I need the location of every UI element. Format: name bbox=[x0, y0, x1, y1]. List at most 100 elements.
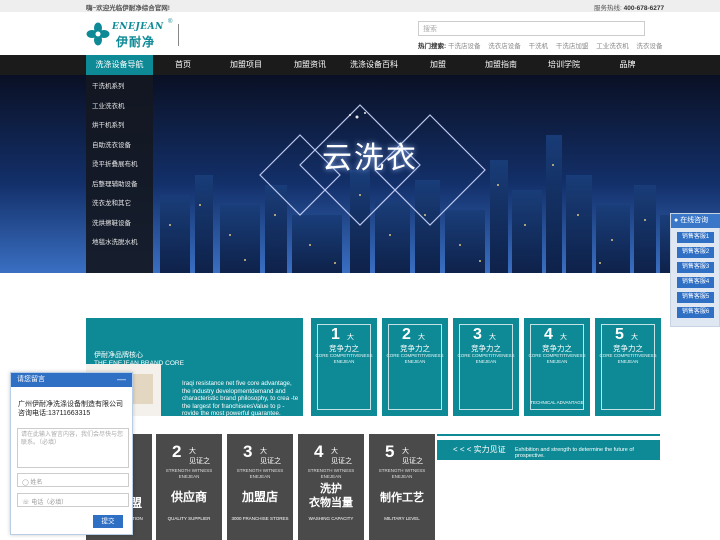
name-field[interactable]: ◯ 姓名 bbox=[17, 473, 129, 487]
logo-en: ENEJEAN bbox=[112, 22, 164, 32]
witness-number: 4 bbox=[314, 442, 324, 461]
card-brand: ENEJEAN bbox=[333, 359, 355, 364]
sales-agent-button[interactable]: 销售客服2 bbox=[677, 247, 714, 258]
message-header[interactable]: 请您留言 bbox=[11, 373, 132, 387]
witness-en: STRENGTH WITNESS bbox=[236, 468, 284, 473]
hero-headline: 云洗衣 bbox=[322, 141, 418, 176]
sales-agent-button[interactable]: 销售客服5 bbox=[677, 292, 714, 303]
witness-card[interactable]: 4 大 见证之 STRENGTH WITNESS ENEJEAN 洗护 衣物当量… bbox=[298, 434, 364, 540]
message-placeholder: 请在此输入留言内容，我们会尽快与您联系。（必填） bbox=[21, 432, 124, 446]
witness-sub: 见证之 bbox=[402, 458, 423, 465]
hot-word[interactable]: 洗衣店设备 bbox=[488, 43, 521, 50]
card-frame bbox=[459, 324, 513, 410]
witness-card[interactable]: 3 大 见证之 STRENGTH WITNESS ENEJEAN 加盟店 300… bbox=[227, 434, 293, 540]
witness-foot: QUALITY SUPPLIER bbox=[167, 516, 211, 521]
witness-unit: 大 bbox=[189, 448, 196, 455]
equipment-nav-title[interactable]: 洗涤设备导航 bbox=[86, 55, 153, 75]
main-nav: 洗涤设备导航 首页 加盟项目 加盟资讯 洗涤设备百科 加盟 加盟指南 培训学院 … bbox=[0, 55, 720, 75]
advantage-card[interactable]: 2 大 竞争力之 CORE COMPETITIVENESS ENEJEAN bbox=[382, 318, 448, 416]
sales-agent-button[interactable]: 销售客服1 bbox=[677, 232, 714, 243]
advantage-card[interactable]: 3 大 竞争力之 CORE COMPETITIVENESS ENEJEAN bbox=[453, 318, 519, 416]
search-input[interactable]: 搜索 bbox=[418, 21, 645, 36]
submit-button[interactable]: 提交 bbox=[93, 515, 123, 528]
phone-icon: ☏ bbox=[22, 500, 30, 506]
hot-word[interactable]: 干洗店加盟 bbox=[556, 43, 589, 50]
hot-word[interactable]: 干洗机 bbox=[529, 43, 549, 50]
card-number: 2 bbox=[402, 326, 411, 343]
witness-foot: 3000 FRANCHISE STORES bbox=[231, 516, 289, 521]
witness-card[interactable]: 5 大 见证之 STRENGTH WITNESS ENEJEAN 制作工艺 MI… bbox=[369, 434, 435, 540]
user-icon: ◯ bbox=[22, 480, 29, 486]
top-bar: 嗨~欢迎光临伊耐净综合官网! 服务热线: 400-678-6277 bbox=[0, 0, 720, 12]
nav-item-home[interactable]: 首页 bbox=[153, 55, 213, 75]
advantage-card[interactable]: 1 大 竞争力之 CORE COMPETITIVENESS ENEJEAN bbox=[311, 318, 377, 416]
nav-item-news[interactable]: 加盟资讯 bbox=[279, 55, 341, 75]
card-brand: ENEJEAN bbox=[475, 359, 497, 364]
hot-word[interactable]: 洗衣设备 bbox=[637, 43, 663, 50]
sales-agent-button[interactable]: 销售客服4 bbox=[677, 277, 714, 288]
side-menu-item[interactable]: 自助洗衣设备 bbox=[92, 136, 131, 156]
advantage-card[interactable]: 4 大 竞争力之 CORE COMPETITIVENESS ENEJEAN TE… bbox=[524, 318, 590, 416]
welcome-text: 嗨~欢迎光临伊耐净综合官网! bbox=[86, 5, 170, 12]
witness-card[interactable]: 2 大 见证之 STRENGTH WITNESS ENEJEAN 供应商 QUA… bbox=[156, 434, 222, 540]
witness-number: 5 bbox=[385, 442, 395, 461]
nav-item-projects[interactable]: 加盟项目 bbox=[213, 55, 279, 75]
witness-unit: 大 bbox=[260, 448, 267, 455]
nav-item-join[interactable]: 加盟 bbox=[407, 55, 469, 75]
sales-agent-button[interactable]: 销售客服6 bbox=[677, 307, 714, 318]
logo-separator bbox=[178, 24, 179, 46]
card-number: 4 bbox=[544, 326, 553, 343]
card-unit: 大 bbox=[560, 334, 567, 341]
witness-en: STRENGTH WITNESS bbox=[378, 468, 426, 473]
equipment-side-menu: 干洗机系列 工业洗衣机 烘干机系列 自助洗衣设备 烫平折叠展布机 后整理辅助设备… bbox=[86, 75, 153, 273]
side-menu-item[interactable]: 干洗机系列 bbox=[92, 77, 125, 97]
company-name: 广州伊耐净洗涤设备制造有限公司 bbox=[18, 401, 123, 408]
witness-brand: ENEJEAN bbox=[178, 474, 200, 479]
strength-section: < < < 实力见证 Exhibition and strength to de… bbox=[437, 434, 660, 540]
witness-title: 洗护 衣物当量 bbox=[309, 482, 353, 509]
header: ENEJEAN ® 伊耐净 搜索 热门搜索: 干洗店设备 洗衣店设备 干洗机 干… bbox=[0, 12, 720, 55]
card-frame bbox=[388, 324, 442, 410]
card-subtitle: CORE COMPETITIVENESS bbox=[528, 353, 586, 358]
hotline-label: 服务热线 bbox=[594, 5, 620, 12]
card-number: 1 bbox=[331, 326, 340, 343]
nav-item-training[interactable]: 培训学院 bbox=[533, 55, 595, 75]
minimize-icon[interactable]: — bbox=[117, 373, 126, 386]
phone-field[interactable]: ☏ 电话（必填） bbox=[17, 493, 129, 507]
card-subtitle: CORE COMPETITIVENESS bbox=[599, 353, 657, 358]
brand-core-title: 伊耐净品牌核心 bbox=[94, 352, 143, 359]
witness-sub: 见证之 bbox=[331, 458, 352, 465]
logo[interactable]: ENEJEAN ® 伊耐净 bbox=[86, 18, 181, 49]
card-frame bbox=[601, 324, 655, 410]
witness-foot: MILITARY LEVEL bbox=[384, 516, 420, 521]
witness-title: 制作工艺 bbox=[380, 491, 424, 504]
nav-item-brand[interactable]: 品牌 bbox=[595, 55, 660, 75]
witness-sub: 见证之 bbox=[189, 458, 210, 465]
side-menu-item[interactable]: 烘干机系列 bbox=[92, 116, 125, 136]
nav-item-guide[interactable]: 加盟指南 bbox=[469, 55, 533, 75]
nav-item-wiki[interactable]: 洗涤设备百科 bbox=[341, 55, 407, 75]
side-menu-item[interactable]: 烫平折叠展布机 bbox=[92, 155, 138, 175]
hot-word[interactable]: 干洗店设备 bbox=[448, 43, 481, 50]
sales-agent-button[interactable]: 销售客服3 bbox=[677, 262, 714, 273]
strength-label[interactable]: < < < 实力见证 bbox=[453, 444, 506, 455]
witness-number: 3 bbox=[243, 442, 253, 461]
hot-word[interactable]: 工业洗衣机 bbox=[596, 43, 629, 50]
witness-title: 供应商 bbox=[170, 490, 207, 504]
side-menu-item[interactable]: 地毯水洗脱水机 bbox=[92, 233, 138, 253]
witness-foot: WASHING CAPACITY bbox=[308, 516, 354, 521]
side-menu-item[interactable]: 工业洗衣机 bbox=[92, 97, 125, 117]
company-phone: 咨询电话:13711663315 bbox=[18, 410, 91, 417]
card-foot: TECHNICAL ADVANTAGE bbox=[530, 400, 584, 405]
side-menu-item[interactable]: 后整理辅助设备 bbox=[92, 175, 138, 195]
strength-en: Exhibition and strength to determine the… bbox=[515, 447, 634, 459]
hotline: 服务热线: 400-678-6277 bbox=[594, 5, 665, 12]
online-consult-panel: ● 在线咨询 销售客服1 销售客服2 销售客服3 销售客服4 销售客服5 销售客… bbox=[670, 213, 720, 327]
side-menu-item[interactable]: 洗衣龙和其它 bbox=[92, 194, 131, 214]
witness-en: STRENGTH WITNESS bbox=[165, 468, 213, 473]
side-menu-item[interactable]: 洗烘擦鞋设备 bbox=[92, 214, 131, 234]
card-unit: 大 bbox=[631, 334, 638, 341]
advantage-card[interactable]: 5 大 竞争力之 CORE COMPETITIVENESS ENEJEAN bbox=[595, 318, 661, 416]
message-textarea[interactable]: 请在此输入留言内容，我们会尽快与您联系。（必填） bbox=[17, 428, 129, 468]
witness-number: 2 bbox=[172, 442, 182, 461]
